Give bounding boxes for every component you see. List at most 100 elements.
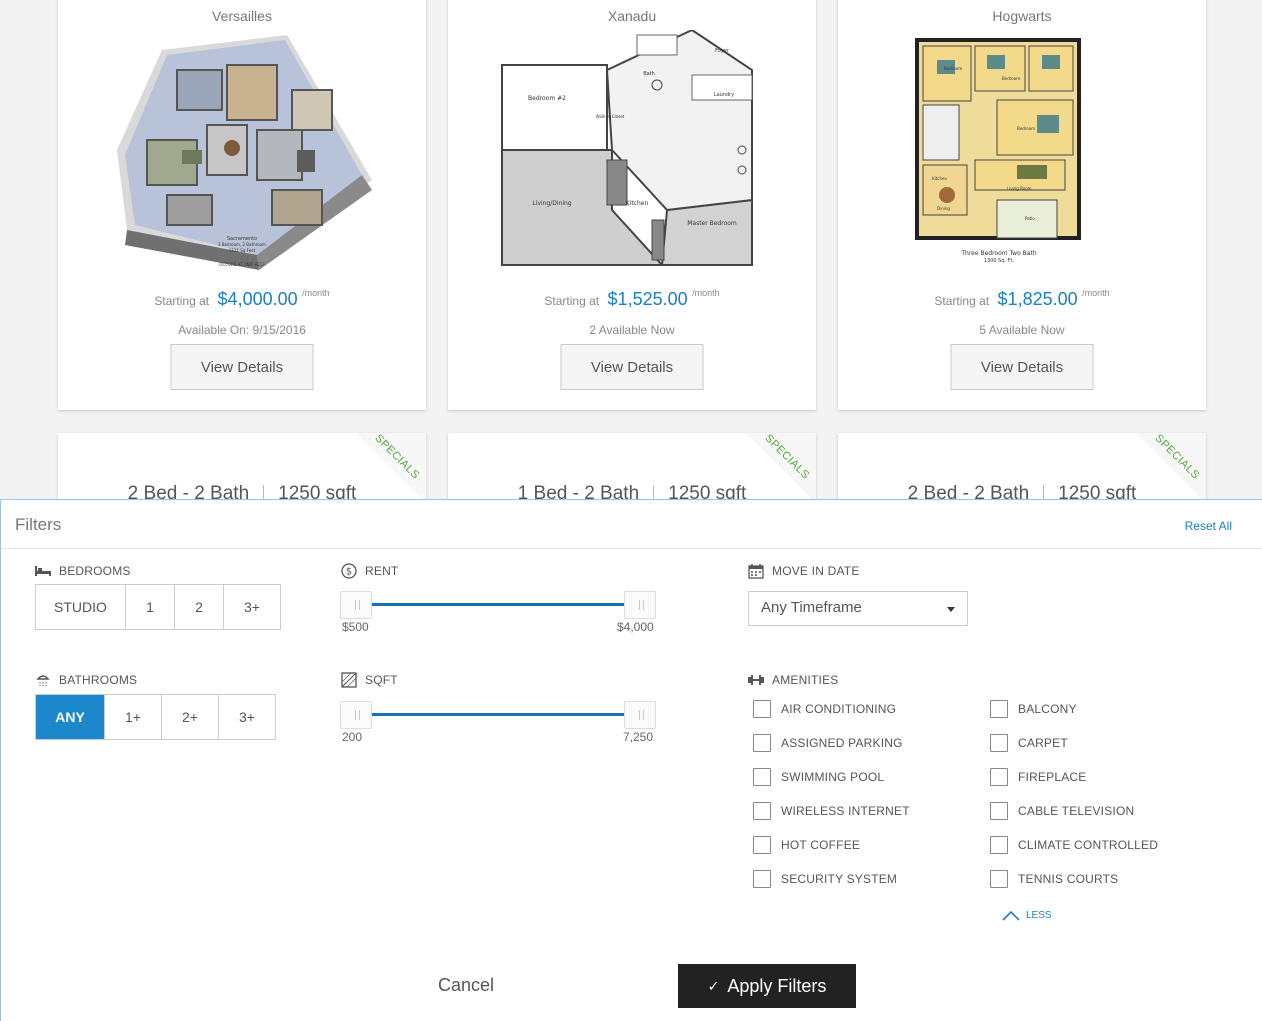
price-row: Starting at $1,525.00 /month <box>448 288 816 310</box>
listing-name: Hogwarts <box>992 8 1052 24</box>
svg-text:Walk-In Closet: Walk-In Closet <box>596 114 625 119</box>
sqft-min-value: 200 <box>342 730 363 744</box>
checkbox[interactable] <box>990 870 1008 888</box>
per-month-label: /month <box>302 288 330 298</box>
apply-filters-label: Apply Filters <box>727 975 827 996</box>
amenity-checkbox-assigned-parking[interactable]: ASSIGNED PARKING <box>753 734 903 752</box>
reset-all-link[interactable]: Reset All <box>1185 519 1232 533</box>
availability: Available On: 9/15/2016 <box>178 323 306 337</box>
checkbox[interactable] <box>753 700 771 718</box>
amenity-label: FIREPLACE <box>1018 770 1087 784</box>
sqft-range-slider[interactable] <box>340 701 656 729</box>
rent-label-text: RENT <box>365 564 399 578</box>
amenity-checkbox-security-system[interactable]: SECURITY SYSTEM <box>753 870 897 888</box>
rent-label: $ RENT <box>340 563 398 579</box>
dumbbell-icon <box>747 672 765 688</box>
amenity-label: BALCONY <box>1018 702 1077 716</box>
bedrooms-option-3plus[interactable]: 3+ <box>224 585 280 629</box>
bathrooms-label: BATHROOMS <box>34 672 137 688</box>
bathrooms-option-1plus[interactable]: 1+ <box>105 695 162 739</box>
amenity-label: WIRELESS INTERNET <box>781 804 910 818</box>
amenity-label: CABLE TELEVISION <box>1018 804 1135 818</box>
amenity-checkbox-cable-television[interactable]: CABLE TELEVISION <box>990 802 1134 820</box>
view-details-button[interactable]: View Details <box>950 344 1094 390</box>
svg-text:Living Room: Living Room <box>1007 186 1032 191</box>
checkbox[interactable] <box>990 768 1008 786</box>
shower-icon <box>34 672 52 688</box>
rent-slider-track <box>356 603 640 606</box>
checkbox[interactable] <box>753 870 771 888</box>
checkbox[interactable] <box>753 734 771 752</box>
sqft-slider-track <box>356 713 640 716</box>
cancel-button[interactable]: Cancel <box>410 968 522 1002</box>
checkbox[interactable] <box>990 700 1008 718</box>
rent-min-handle[interactable] <box>340 591 372 619</box>
dollar-circle-icon: $ <box>340 563 358 579</box>
price-row: Starting at $1,825.00 /month <box>838 288 1206 310</box>
amenities-label-text: AMENITIES <box>772 673 839 687</box>
amenity-checkbox-air-conditioning[interactable]: AIR CONDITIONING <box>753 700 896 718</box>
rent-range-slider[interactable] <box>340 591 656 619</box>
rent-max-handle[interactable] <box>624 591 656 619</box>
view-details-button[interactable]: View Details <box>560 344 704 390</box>
caret-down-icon <box>947 607 955 612</box>
amenity-checkbox-fireplace[interactable]: FIREPLACE <box>990 768 1087 786</box>
move-in-date-value: Any Timeframe <box>761 599 862 616</box>
starting-at-label: Starting at <box>934 294 990 308</box>
svg-text:Bedroom #2: Bedroom #2 <box>528 95 566 102</box>
bathrooms-option-2plus[interactable]: 2+ <box>162 695 219 739</box>
bedrooms-label: BEDROOMS <box>34 563 131 579</box>
amenity-checkbox-swimming-pool[interactable]: SWIMMING POOL <box>753 768 884 786</box>
availability: 5 Available Now <box>979 323 1065 337</box>
checkbox[interactable] <box>753 768 771 786</box>
bedrooms-option-2[interactable]: 2 <box>175 585 224 629</box>
checkbox[interactable] <box>990 734 1008 752</box>
bathrooms-option-any[interactable]: ANY <box>36 695 105 739</box>
move-in-date-label: MOVE IN DATE <box>747 563 860 579</box>
amenity-checkbox-hot-coffee[interactable]: HOT COFFEE <box>753 836 860 854</box>
amenity-checkbox-carpet[interactable]: CARPET <box>990 734 1068 752</box>
svg-text:1300 Sq. Ft.: 1300 Sq. Ft. <box>984 258 1015 264</box>
svg-text:Bath: Bath <box>643 71 655 77</box>
checkbox[interactable] <box>753 802 771 820</box>
move-in-date-select[interactable]: Any Timeframe <box>748 591 968 626</box>
checkbox[interactable] <box>990 836 1008 854</box>
floorplan-image: Bedroom #2 Living/Dining Kitchen Master … <box>501 30 757 266</box>
filters-title: Filters <box>15 515 62 534</box>
availability: 2 Available Now <box>589 323 675 337</box>
per-month-label: /month <box>692 288 720 298</box>
bedrooms-option-1[interactable]: 1 <box>126 585 175 629</box>
amenity-checkbox-climate-controlled[interactable]: CLIMATE CONTROLLED <box>990 836 1158 854</box>
listing-card: Hogwarts Bedroom Bedroom Bedroom Kitchen… <box>838 0 1206 410</box>
amenity-label: CLIMATE CONTROLLED <box>1018 838 1159 852</box>
sqft-label-text: SQFT <box>365 673 398 687</box>
checkbox[interactable] <box>753 836 771 854</box>
sqft-min-handle[interactable] <box>340 701 372 729</box>
bathrooms-selector: ANY 1+ 2+ 3+ <box>35 694 276 740</box>
price: $4,000.00 <box>217 289 298 309</box>
bedrooms-option-studio[interactable]: STUDIO <box>36 585 126 629</box>
amenity-label: AIR CONDITIONING <box>781 702 897 716</box>
svg-text:2 Bedroom, 2 Bathroom: 2 Bedroom, 2 Bathroom <box>218 242 266 247</box>
area-icon <box>340 672 358 688</box>
sqft-max-handle[interactable] <box>624 701 656 729</box>
svg-text:Laundry: Laundry <box>714 92 734 98</box>
filters-header: Filters Reset All <box>1 500 1262 549</box>
checkbox[interactable] <box>990 802 1008 820</box>
svg-text:Patio: Patio <box>1025 216 1035 221</box>
amenity-checkbox-wireless-internet[interactable]: WIRELESS INTERNET <box>753 802 910 820</box>
svg-text:1121 Sq Feet: 1121 Sq Feet <box>229 248 256 253</box>
view-details-button[interactable]: View Details <box>170 344 314 390</box>
listing-card: Xanadu Bedroom #2 Living/Dining Kitchen … <box>448 0 816 410</box>
amenity-label: SWIMMING POOL <box>781 770 885 784</box>
amenity-label: CARPET <box>1018 736 1068 750</box>
bathrooms-option-3plus[interactable]: 3+ <box>219 695 275 739</box>
svg-text:Foyer: Foyer <box>715 48 730 54</box>
amenity-checkbox-tennis-courts[interactable]: TENNIS COURTS <box>990 870 1118 888</box>
amenity-label: TENNIS COURTS <box>1018 872 1119 886</box>
amenity-checkbox-balcony[interactable]: BALCONY <box>990 700 1077 718</box>
rent-min-value: $500 <box>342 620 369 634</box>
less-label: LESS <box>1026 910 1052 921</box>
apply-filters-button[interactable]: ✓ Apply Filters <box>678 964 856 1008</box>
show-less-toggle[interactable]: LESS <box>1002 910 1052 921</box>
